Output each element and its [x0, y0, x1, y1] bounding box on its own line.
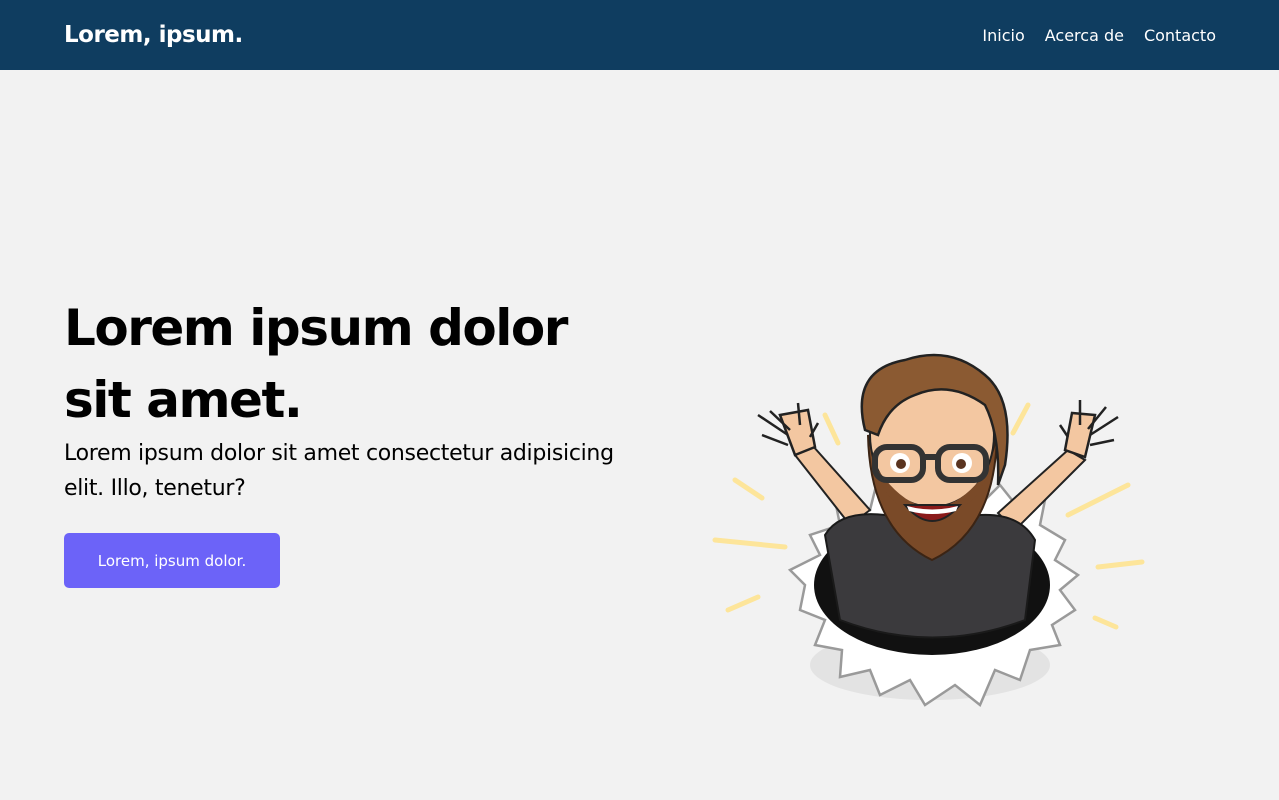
nav-links: Inicio Acerca de Contacto: [982, 26, 1216, 45]
nav-link-acerca-de[interactable]: Acerca de: [1045, 26, 1124, 45]
hero-text: Lorem ipsum dolor sit amet. Lorem ipsum …: [64, 292, 624, 588]
nav-link-inicio[interactable]: Inicio: [982, 26, 1024, 45]
avatar-illustration: [712, 353, 1145, 708]
brand-logo[interactable]: Lorem, ipsum.: [64, 22, 243, 48]
hero-title: Lorem ipsum dolor sit amet.: [64, 299, 568, 429]
cta-button[interactable]: Lorem, ipsum dolor.: [64, 533, 280, 588]
navbar: Lorem, ipsum. Inicio Acerca de Contacto: [0, 0, 1279, 70]
nav-link-contacto[interactable]: Contacto: [1144, 26, 1216, 45]
hero-section: Lorem ipsum dolor sit amet. Lorem ipsum …: [0, 70, 1279, 800]
hero-subtitle: Lorem ipsum dolor sit amet consectetur a…: [64, 441, 614, 501]
